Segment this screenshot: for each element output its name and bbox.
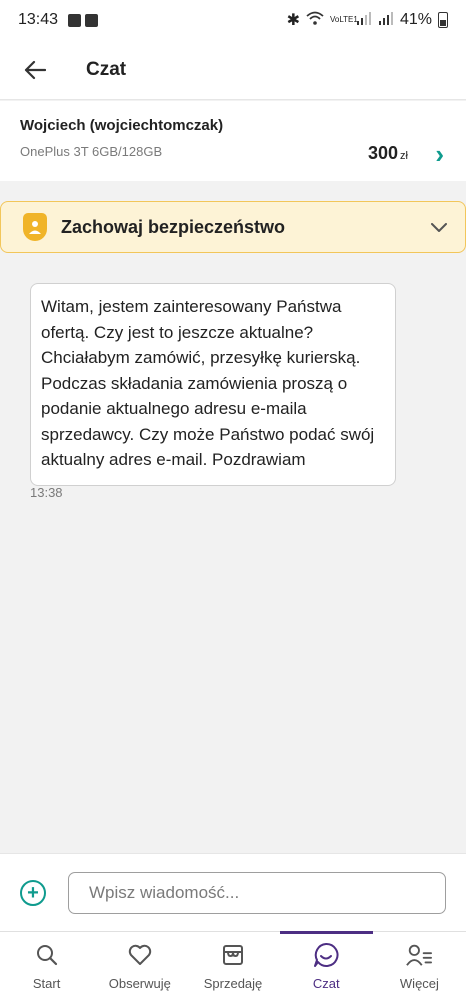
wifi-icon xyxy=(306,11,324,30)
nav-label: Obserwuję xyxy=(108,976,171,991)
listing-card[interactable]: Wojciech (wojciechtomczak) OnePlus 3T 6G… xyxy=(0,101,466,181)
shield-user-icon xyxy=(23,213,47,241)
back-button[interactable] xyxy=(0,40,70,100)
chevron-down-icon[interactable] xyxy=(431,217,447,238)
nav-label: Sprzedaję xyxy=(203,976,263,991)
nav-item-start[interactable]: Start xyxy=(0,932,93,999)
seller-name: Wojciech (wojciechtomczak) xyxy=(20,117,224,134)
status-time: 13:43 xyxy=(18,11,59,28)
store-icon xyxy=(220,942,246,968)
arrow-left-icon xyxy=(24,60,46,79)
nav-item-wiecej[interactable]: Więcej xyxy=(373,932,466,999)
battery-icon xyxy=(438,12,448,28)
plus-icon: + xyxy=(27,881,39,904)
volte-label: VoLTE1 xyxy=(329,15,358,24)
message-text: Witam, jestem zainteresowany Państwa ofe… xyxy=(41,297,375,469)
nav-item-czat[interactable]: Czat xyxy=(279,931,374,999)
nav-label: Start xyxy=(32,976,61,991)
search-icon xyxy=(34,942,60,968)
safety-label: Zachowaj bezpieczeństwo xyxy=(61,216,286,237)
status-bar: 13:43 ✱ VoLTE1 41% xyxy=(0,0,466,40)
price: 300 zł xyxy=(368,143,408,164)
page-title: Czat xyxy=(86,58,127,80)
chevron-right-icon[interactable]: › xyxy=(435,139,444,170)
message-composer: + Wpisz wiadomość... xyxy=(0,853,466,931)
message-input-placeholder: Wpisz wiadomość... xyxy=(89,882,240,902)
add-attachment-button[interactable]: + xyxy=(20,879,46,906)
notification-icon xyxy=(85,13,99,27)
price-currency: zł xyxy=(400,150,408,162)
nav-label: Czat xyxy=(312,976,340,991)
app-bar: Czat xyxy=(0,40,466,100)
notification-icons xyxy=(68,13,99,27)
price-value: 300 xyxy=(368,143,399,163)
nav-label: Więcej xyxy=(399,976,439,991)
safety-banner[interactable]: Zachowaj bezpieczeństwo xyxy=(0,201,466,253)
bottom-navigation: Start Obserwuję Sprzedaję Czat Więcej xyxy=(0,931,466,999)
nav-item-sprzedaje[interactable]: Sprzedaję xyxy=(186,932,279,999)
signal-icon xyxy=(378,11,394,30)
chat-icon xyxy=(313,942,339,968)
message-bubble: Witam, jestem zainteresowany Państwa ofe… xyxy=(30,283,396,486)
signal-icon xyxy=(356,11,372,30)
heart-icon xyxy=(127,942,153,968)
bluetooth-icon: ✱ xyxy=(286,12,300,29)
battery-percent: 41% xyxy=(399,11,432,28)
notification-icon xyxy=(68,13,82,27)
nav-item-obserwuje[interactable]: Obserwuję xyxy=(93,932,186,999)
status-right: ✱ VoLTE1 41% xyxy=(287,10,448,30)
user-list-icon xyxy=(406,942,433,968)
message-time: 13:38 xyxy=(30,485,63,500)
message-input[interactable]: Wpisz wiadomość... xyxy=(68,871,446,914)
